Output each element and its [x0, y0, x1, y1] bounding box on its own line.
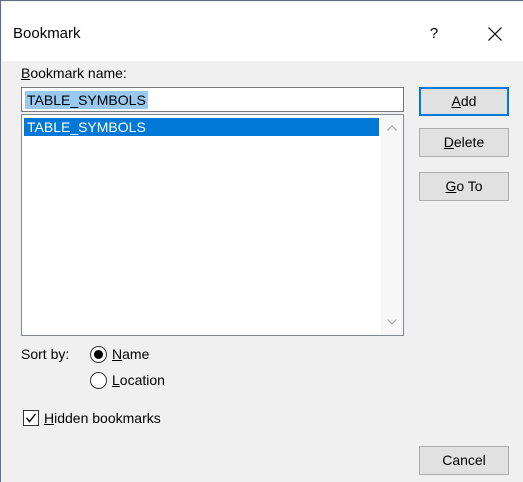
title-bar: Bookmark ? [2, 2, 523, 61]
close-button[interactable] [478, 19, 512, 49]
add-button[interactable]: Add [419, 87, 509, 116]
chevron-up-icon [387, 125, 397, 131]
hidden-bookmarks-checkbox[interactable] [23, 410, 39, 426]
list-item[interactable]: TABLE_SYMBOLS [24, 118, 379, 136]
bookmark-name-input[interactable]: TABLE_SYMBOLS [21, 87, 404, 112]
sort-by-name-label[interactable]: Name [112, 346, 149, 362]
scroll-up-button[interactable] [381, 117, 403, 139]
radio-selected-dot [94, 350, 103, 359]
sort-by-name-radio[interactable] [90, 346, 107, 363]
sort-by-location-radio[interactable] [90, 372, 107, 389]
go-to-button[interactable]: Go To [419, 172, 509, 201]
close-icon [488, 27, 502, 41]
scroll-down-button[interactable] [381, 311, 403, 333]
hidden-bookmarks-label[interactable]: Hidden bookmarks [44, 410, 161, 426]
cancel-button[interactable]: Cancel [419, 446, 509, 475]
chevron-down-icon [387, 319, 397, 325]
checkmark-icon [25, 413, 37, 423]
sort-by-location-label[interactable]: Location [112, 372, 165, 388]
dialog-title: Bookmark [13, 25, 81, 42]
sort-by-label: Sort by: [21, 346, 70, 362]
help-button[interactable]: ? [422, 22, 446, 46]
bookmarks-listbox[interactable]: TABLE_SYMBOLS [21, 114, 404, 336]
delete-button[interactable]: Delete [419, 128, 509, 157]
bookmark-name-label: Bookmark name: [21, 65, 127, 81]
listbox-scrollbar[interactable] [381, 115, 403, 335]
bookmark-dialog: Bookmark ? Bookmark name: TABLE_SYMBOLS … [0, 0, 523, 482]
bookmark-name-value: TABLE_SYMBOLS [25, 91, 148, 109]
